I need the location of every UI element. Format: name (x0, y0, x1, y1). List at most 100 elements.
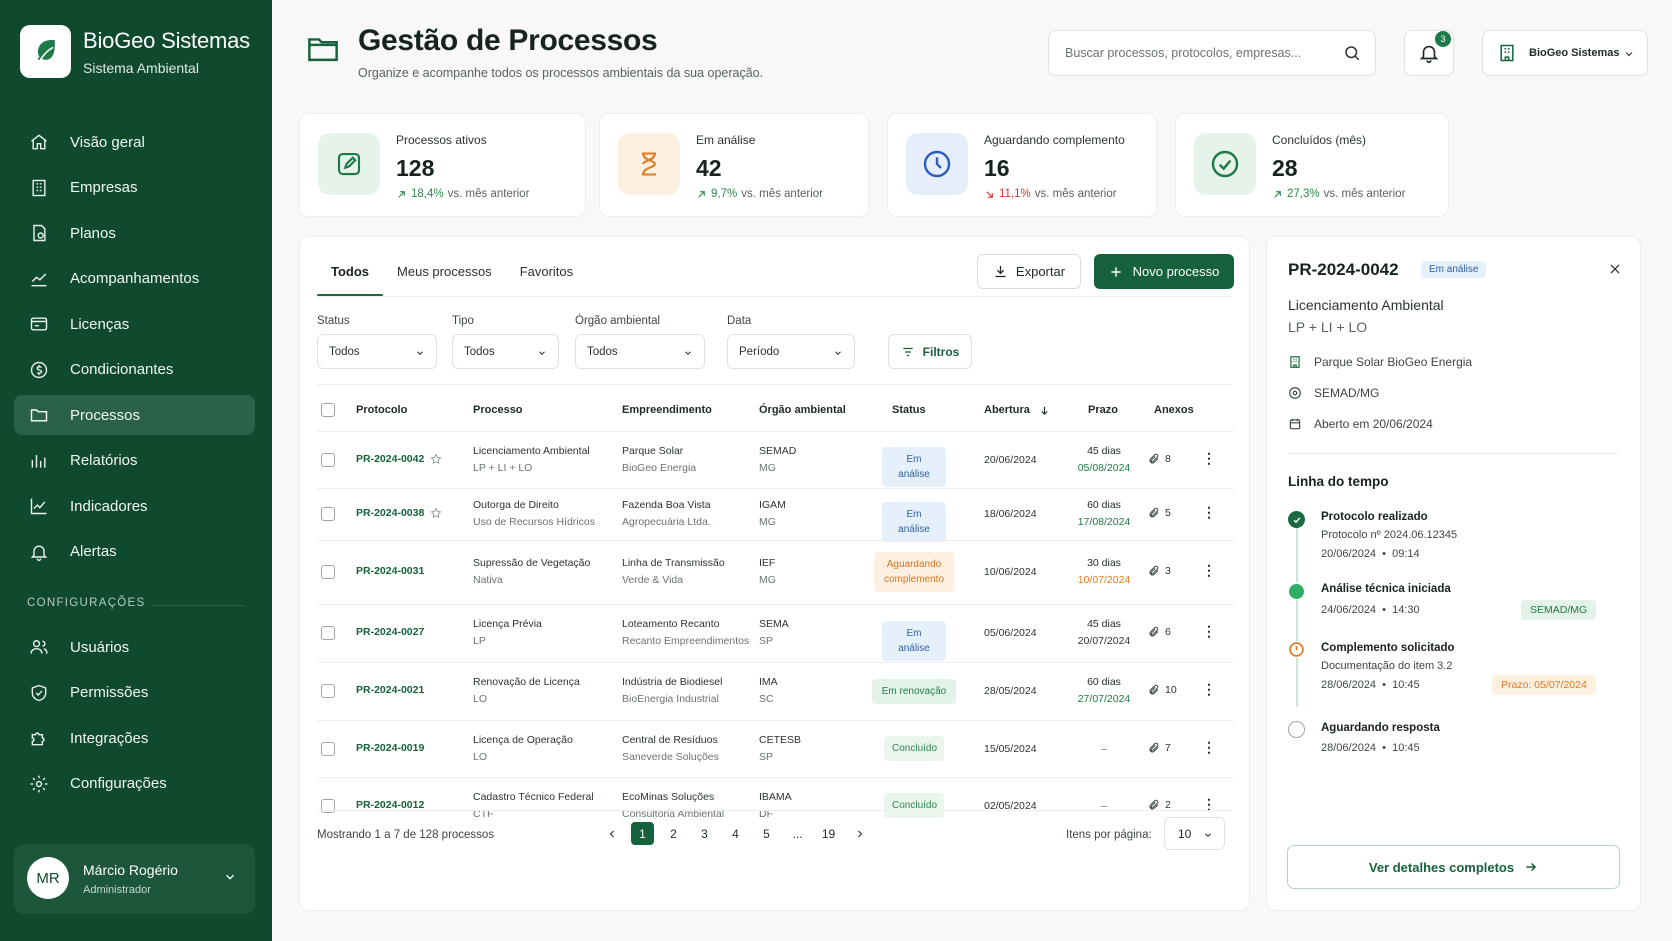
nav-item-empresas[interactable]: Empresas (14, 168, 255, 208)
kpi-trend-value: 9,7% (711, 188, 738, 200)
detail-enterprise-text: Parque Solar BioGeo Energia (1314, 355, 1473, 369)
protocol-link[interactable]: PR-2024-0012 (356, 799, 424, 811)
row-menu-icon[interactable]: ⋮ (1202, 504, 1216, 521)
star-icon[interactable] (430, 452, 442, 465)
attachments[interactable]: 7 (1148, 742, 1171, 754)
row-checkbox[interactable] (321, 626, 335, 640)
row-checkbox[interactable] (321, 507, 335, 521)
agency-name: IEF (759, 557, 776, 569)
agency-state: MG (759, 461, 776, 474)
attachments[interactable]: 5 (1148, 507, 1171, 519)
nav-item-licencas[interactable]: Licenças (14, 304, 255, 344)
kpi-card-em-analise: Em análise 42 9,7% vs. mês anterior (599, 113, 869, 217)
column-header-empreendimento[interactable]: Empreendimento (622, 404, 712, 416)
attachments[interactable]: 2 (1148, 799, 1171, 811)
protocol-link[interactable]: PR-2024-0031 (356, 565, 424, 577)
export-button[interactable]: Exportar (977, 254, 1081, 289)
nav-item-usuarios[interactable]: Usuários (14, 627, 255, 667)
nav-item-integracoes[interactable]: Integrações (14, 718, 255, 758)
kpi-value: 42 (696, 155, 722, 181)
per-page-select[interactable]: 10 (1164, 817, 1225, 850)
column-header-orgao[interactable]: Órgão ambiental (759, 404, 846, 416)
page-button[interactable]: 1 (631, 822, 654, 845)
chevron-down-icon (1623, 48, 1635, 60)
notifications-button[interactable]: 3 (1404, 30, 1454, 76)
attachments[interactable]: 10 (1148, 684, 1177, 696)
brand-title: BioGeo Sistemas (83, 28, 250, 53)
row-menu-icon[interactable]: ⋮ (1202, 681, 1216, 698)
nav-item-indicadores[interactable]: Indicadores (14, 486, 255, 526)
nav-item-permissoes[interactable]: Permissões (14, 673, 255, 713)
agency-state: SC (759, 693, 774, 705)
page-button[interactable]: 19 (817, 822, 840, 845)
row-checkbox[interactable] (321, 741, 335, 756)
view-details-button[interactable]: Ver detalhes completos (1287, 845, 1620, 889)
row-menu-icon[interactable]: ⋮ (1202, 562, 1216, 579)
user-menu[interactable]: MR Márcio Rogério Administrador (14, 844, 255, 914)
protocol-text: PR-2024-0042 (356, 452, 425, 465)
organization-select[interactable]: BioGeo Sistemas (1482, 30, 1648, 76)
page-button[interactable]: 5 (755, 822, 778, 845)
row-checkbox[interactable] (321, 565, 335, 579)
attachments[interactable]: 8 (1148, 453, 1171, 465)
column-header-status[interactable]: Status (892, 404, 926, 416)
tab-meus-processos[interactable]: Meus processos (383, 253, 506, 295)
attachments[interactable]: 6 (1148, 626, 1171, 638)
attachments[interactable]: 3 (1148, 565, 1171, 577)
type-filter-select[interactable]: Todos (452, 334, 559, 369)
timeline-line (1296, 517, 1298, 707)
pending-circle-icon (1288, 721, 1305, 738)
tab-todos[interactable]: Todos (317, 253, 384, 297)
protocol-link[interactable]: PR-2024-0021 (356, 684, 424, 696)
filter-value: Todos (329, 345, 360, 358)
protocol-link[interactable]: PR-2024-0027 (356, 626, 424, 638)
nav-item-alertas[interactable]: Alertas (14, 532, 255, 572)
row-menu-icon[interactable]: ⋮ (1202, 623, 1216, 640)
protocol-link[interactable]: PR-2024-0019 (356, 742, 424, 754)
column-header-abertura[interactable]: Abertura (984, 404, 1050, 416)
nav-item-visao-geral[interactable]: Visão geral (14, 122, 255, 162)
process-cell: Licenciamento Ambiental LP + LI + LO (473, 443, 590, 477)
star-icon[interactable] (430, 507, 442, 519)
column-header-protocolo[interactable]: Protocolo (356, 404, 407, 416)
status-filter-select[interactable]: Todos (317, 334, 437, 369)
protocol-link[interactable]: PR-2024-0038 (356, 507, 442, 519)
prev-page-button[interactable] (600, 822, 623, 845)
nav-item-relatorios[interactable]: Relatórios (14, 441, 255, 481)
deadline-days: 60 dias (1087, 499, 1121, 511)
row-menu-icon[interactable]: ⋮ (1202, 450, 1216, 467)
search-icon[interactable] (1343, 44, 1361, 62)
select-all-checkbox[interactable] (321, 403, 335, 417)
row-menu-icon[interactable]: ⋮ (1202, 739, 1216, 756)
agency-filter-select[interactable]: Todos (575, 334, 705, 369)
new-process-button[interactable]: Novo processo (1094, 254, 1234, 289)
row-checkbox[interactable] (321, 684, 335, 698)
nav-item-processos[interactable]: Processos (14, 395, 255, 435)
filters-button[interactable]: Filtros (888, 334, 972, 369)
nav-item-condicionantes[interactable]: Condicionantes (14, 350, 255, 390)
timeline-event-title: Aguardando resposta (1321, 722, 1440, 734)
kpi-value: 16 (984, 155, 1010, 181)
page-button[interactable]: 3 (693, 822, 716, 845)
column-header-processo[interactable]: Processo (473, 404, 523, 416)
chart-user-icon (28, 268, 50, 290)
nav-item-configuracoes[interactable]: Configurações (14, 764, 255, 804)
date-filter-select[interactable]: Período (727, 334, 855, 369)
tab-favoritos[interactable]: Favoritos (506, 253, 587, 295)
status-badge: Em análise (882, 501, 946, 542)
search-input[interactable] (1065, 46, 1335, 60)
kpi-label: Aguardando complemento (984, 133, 1125, 147)
next-page-button[interactable] (848, 822, 871, 845)
column-header-anexos[interactable]: Anexos (1154, 404, 1194, 416)
nav-label: Empresas (70, 179, 138, 196)
row-checkbox[interactable] (321, 452, 335, 467)
nav-item-planos[interactable]: Planos (14, 213, 255, 253)
page-ellipsis: ... (792, 826, 803, 841)
page-button[interactable]: 2 (662, 822, 685, 845)
nav-item-acompanhamentos[interactable]: Acompanhamentos (14, 259, 255, 299)
column-header-prazo[interactable]: Prazo (1088, 404, 1118, 416)
protocol-link[interactable]: PR-2024-0042 (356, 453, 442, 465)
chevron-down-icon (683, 348, 693, 358)
close-icon[interactable] (1608, 262, 1622, 276)
page-button[interactable]: 4 (724, 822, 747, 845)
